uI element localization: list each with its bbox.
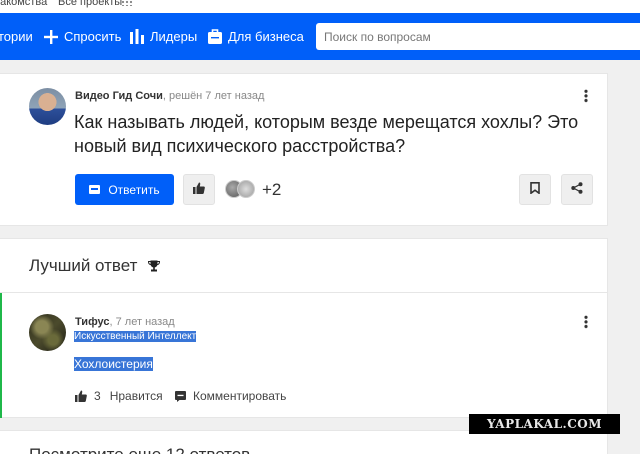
follower-avatar [237,180,255,198]
bookmark-icon [530,181,540,199]
apps-grid-icon[interactable] [121,0,133,6]
answer-text-content: Хохлоистерия [74,357,153,371]
question-more-icon[interactable] [584,89,588,103]
question-time: , решён 7 лет назад [162,90,265,102]
like-label: Нравится [109,389,163,403]
nav-leaders-label: Лидеры [150,29,198,44]
answer-author-name[interactable]: Тифус [75,316,110,328]
nav-business[interactable]: Для бизнеса [208,13,304,60]
answer-button-label: Ответить [108,182,160,197]
briefcase-icon [208,29,222,44]
comment-icon [175,390,186,402]
thumbs-up-icon [193,181,205,199]
nav-categories-label: тории [0,29,33,44]
answer-more-icon[interactable] [584,315,588,329]
question-title: Как называть людей, которым везде мереща… [74,112,579,156]
best-answer-divider [0,292,608,293]
like-answer-button[interactable]: 3 Нравится [75,389,163,403]
bookmark-button[interactable] [519,174,551,205]
question-author-avatar[interactable] [29,88,66,125]
nav-ask-label: Спросить [64,29,122,44]
best-answer-title: Лучший ответ [29,256,138,275]
plus-icon [44,29,58,44]
answer-meta: Тифус, 7 лет назад [75,316,175,328]
nav-leaders[interactable]: Лидеры [130,13,197,60]
comment-icon [89,185,101,194]
thumbs-up-icon [75,390,87,402]
question-author-name[interactable]: Видео Гид Сочи [75,90,163,102]
trophy-icon [148,257,161,277]
watermark-text: YAPLAKAL.COM [486,417,603,431]
yaplakal-watermark: YAPLAKAL.COM [469,414,620,434]
nav-categories[interactable]: тории [0,13,33,60]
best-answer-heading: Лучший ответ [29,256,161,277]
topbar-dating-link[interactable]: накомства [0,0,47,8]
answer-author-avatar[interactable] [29,314,66,351]
answer-button[interactable]: Ответить [75,174,174,205]
main-header: тории Спросить Лидеры Для бизнеса [0,13,640,60]
top-strip: накомства Все проекты [0,0,640,13]
search-input[interactable] [316,23,640,50]
nav-business-label: Для бизнеса [228,29,304,44]
author-rank-badge: Искусственный Интеллект [74,330,197,344]
bar-chart-icon [130,29,144,44]
answer-time: , 7 лет назад [109,316,175,328]
comment-label: Комментировать [193,389,287,403]
more-answers-link[interactable]: Посмотрите еще 12 ответов [29,445,250,454]
answer-text: Хохлоистерия [74,357,153,372]
share-button[interactable] [561,174,593,205]
topbar-all-projects-link[interactable]: Все проекты [58,0,122,8]
nav-ask[interactable]: Спросить [44,13,121,60]
like-question-button[interactable] [183,174,215,205]
likes-count: 3 [94,389,101,403]
best-answer-accent-bar [0,293,2,418]
followers-count[interactable]: +2 [262,180,281,200]
share-icon [571,181,583,199]
question-meta: Видео Гид Сочи, решён 7 лет назад [75,90,264,102]
author-rank-text: Искусственный Интеллект [74,331,197,342]
comment-button[interactable]: Комментировать [175,389,286,403]
search-box[interactable] [316,23,640,50]
